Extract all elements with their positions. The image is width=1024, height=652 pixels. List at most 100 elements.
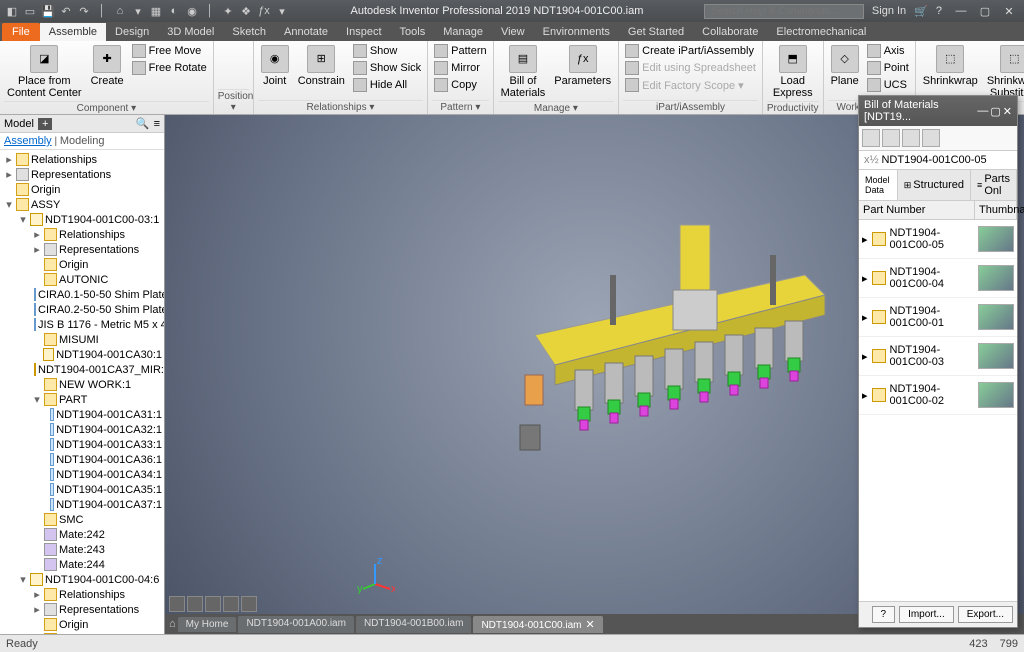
browser-mode-modeling[interactable]: Modeling bbox=[60, 135, 105, 147]
bom-close[interactable]: ✕ bbox=[1003, 105, 1012, 118]
panel-position[interactable]: Position ▾ bbox=[218, 89, 249, 114]
axis-button[interactable]: Axis bbox=[865, 43, 911, 59]
tree-node[interactable]: ▸Representations bbox=[0, 242, 164, 257]
bom-row[interactable]: ▸NDT1904-001C00-05 bbox=[859, 220, 1017, 259]
constrain-button[interactable]: ⊞Constrain bbox=[295, 43, 348, 89]
tree-node[interactable]: Origin bbox=[0, 257, 164, 272]
load-express-button[interactable]: ⬒Load Express bbox=[767, 43, 819, 101]
panel-manage[interactable]: Manage ▾ bbox=[498, 101, 614, 115]
ribbon-tab-3dmodel[interactable]: 3D Model bbox=[158, 23, 223, 41]
bom-help-button[interactable]: ? bbox=[872, 606, 896, 623]
close-button[interactable]: ✕ bbox=[998, 3, 1020, 19]
doctab-home[interactable]: My Home bbox=[178, 617, 237, 632]
ribbon-tab-view[interactable]: View bbox=[492, 23, 534, 41]
qat-more[interactable]: ▾ bbox=[130, 3, 146, 19]
show-sick-button[interactable]: Show Sick bbox=[351, 60, 423, 76]
vp-tool2[interactable] bbox=[187, 596, 203, 612]
material-icon[interactable]: ◐ bbox=[166, 3, 182, 19]
help-search[interactable] bbox=[704, 4, 864, 19]
show-button[interactable]: Show bbox=[351, 43, 423, 59]
panel-relationships[interactable]: Relationships ▾ bbox=[258, 100, 423, 114]
tree-node[interactable]: ▾NDT1904-001C00-04:6 bbox=[0, 572, 164, 587]
place-button[interactable]: ◪Place from Content Center bbox=[4, 43, 85, 101]
mirror-button[interactable]: Mirror bbox=[432, 60, 488, 76]
tree-node[interactable]: ▸Relationships bbox=[0, 152, 164, 167]
ribbon-tab-manage[interactable]: Manage bbox=[434, 23, 492, 41]
tree-node[interactable]: NDT1904-001CA31:1 bbox=[0, 407, 164, 422]
vp-tool4[interactable] bbox=[223, 596, 239, 612]
browser-add-tab[interactable]: + bbox=[38, 118, 52, 130]
tree-node[interactable]: Origin bbox=[0, 617, 164, 632]
save-icon[interactable]: 💾 bbox=[40, 3, 56, 19]
ribbon-tab-assemble[interactable]: Assemble bbox=[40, 23, 106, 41]
bom-row[interactable]: ▸NDT1904-001C00-03 bbox=[859, 337, 1017, 376]
tree-node[interactable]: ▸Relationships bbox=[0, 587, 164, 602]
tree-node[interactable]: NDT1904-001CA37:1 bbox=[0, 497, 164, 512]
bom-row[interactable]: ▸NDT1904-001C00-04 bbox=[859, 259, 1017, 298]
doctab[interactable]: NDT1904-001C00.iam✕ bbox=[473, 616, 602, 633]
tree-node[interactable]: ▸Representations bbox=[0, 602, 164, 617]
tree-node[interactable]: MISUMI bbox=[0, 332, 164, 347]
minimize-button[interactable]: — bbox=[950, 3, 972, 19]
tree-node[interactable]: Mate:244 bbox=[0, 557, 164, 572]
panel-pattern[interactable]: Pattern ▾ bbox=[432, 100, 488, 114]
undo-icon[interactable]: ↶ bbox=[58, 3, 74, 19]
parameters-button[interactable]: ƒxParameters bbox=[551, 43, 614, 89]
ribbon-tab-electromechanical[interactable]: Electromechanical bbox=[767, 23, 875, 41]
shrinkwrap-sub-button[interactable]: ⬚Shrinkwrap Substitute bbox=[984, 43, 1024, 101]
bom-button[interactable]: ▤Bill of Materials bbox=[498, 43, 549, 101]
ribbon-tab-annotate[interactable]: Annotate bbox=[275, 23, 337, 41]
maximize-button[interactable]: ▢ bbox=[974, 3, 996, 19]
qat-tool1[interactable]: ✦ bbox=[220, 3, 236, 19]
tree-node[interactable]: NDT1904-001CA32:1 bbox=[0, 422, 164, 437]
open-icon[interactable]: ▭ bbox=[22, 3, 38, 19]
create-button[interactable]: ✚Create bbox=[88, 43, 127, 89]
plane-button[interactable]: ◇Plane bbox=[828, 43, 862, 89]
shrinkwrap-button[interactable]: ⬚Shrinkwrap bbox=[920, 43, 981, 89]
ribbon-tab-collaborate[interactable]: Collaborate bbox=[693, 23, 767, 41]
file-tab[interactable]: File bbox=[2, 23, 40, 41]
cart-icon[interactable]: 🛒 bbox=[914, 5, 928, 18]
bom-tb3[interactable] bbox=[902, 129, 920, 147]
tree-node[interactable]: ▸Representations bbox=[0, 167, 164, 182]
app-icon[interactable]: ◧ bbox=[4, 3, 20, 19]
copy-button[interactable]: Copy bbox=[432, 77, 488, 93]
tree-node[interactable]: NDT1904-001CA30:1 bbox=[0, 347, 164, 362]
bom-import-button[interactable]: Import... bbox=[899, 606, 954, 623]
bom-export-button[interactable]: Export... bbox=[958, 606, 1013, 623]
tree-node[interactable]: NEW WORK:1 bbox=[0, 377, 164, 392]
bom-row[interactable]: ▸NDT1904-001C00-01 bbox=[859, 298, 1017, 337]
panel-component[interactable]: Component ▾ bbox=[4, 101, 209, 115]
tree-node[interactable]: ▾ASSY bbox=[0, 197, 164, 212]
tree-node[interactable]: Mate:243 bbox=[0, 542, 164, 557]
doctab[interactable]: NDT1904-001B00.iam bbox=[356, 616, 472, 633]
vp-tool1[interactable] bbox=[169, 596, 185, 612]
edit-spreadsheet-button[interactable]: Edit using Spreadsheet bbox=[623, 60, 758, 76]
point-button[interactable]: Point bbox=[865, 60, 911, 76]
ribbon-tab-environments[interactable]: Environments bbox=[534, 23, 619, 41]
vp-tool5[interactable] bbox=[241, 596, 257, 612]
browser-menu-icon[interactable]: ≡ bbox=[154, 118, 160, 130]
ucs-button[interactable]: UCS bbox=[865, 77, 911, 93]
vp-tool3[interactable] bbox=[205, 596, 221, 612]
tree-node[interactable]: NDT1904-001CA33:1 bbox=[0, 437, 164, 452]
browser-mode-assembly[interactable]: Assembly bbox=[4, 135, 52, 147]
redo-icon[interactable]: ↷ bbox=[76, 3, 92, 19]
bom-tb4[interactable] bbox=[922, 129, 940, 147]
free-move-button[interactable]: Free Move bbox=[130, 43, 209, 59]
bom-tab-model[interactable]: Model Data bbox=[859, 170, 898, 200]
bom-tb1[interactable] bbox=[862, 129, 880, 147]
edit-factory-button[interactable]: Edit Factory Scope ▾ bbox=[623, 77, 758, 93]
ribbon-tab-getstarted[interactable]: Get Started bbox=[619, 23, 693, 41]
select-icon[interactable]: ▦ bbox=[148, 3, 164, 19]
appearance-icon[interactable]: ◉ bbox=[184, 3, 200, 19]
tree-node[interactable]: CIRA0.2-50-50 Shim Plate (MISUM bbox=[0, 302, 164, 317]
browser-search-icon[interactable]: 🔍 bbox=[136, 117, 150, 130]
bom-tab-parts[interactable]: ≡ Parts Onl bbox=[971, 170, 1017, 200]
free-rotate-button[interactable]: Free Rotate bbox=[130, 60, 209, 76]
ribbon-tab-tools[interactable]: Tools bbox=[391, 23, 435, 41]
bom-tb2[interactable] bbox=[882, 129, 900, 147]
fx-icon[interactable]: ƒx bbox=[256, 3, 272, 19]
pattern-button[interactable]: Pattern bbox=[432, 43, 488, 59]
help-icon[interactable]: ? bbox=[936, 5, 942, 17]
